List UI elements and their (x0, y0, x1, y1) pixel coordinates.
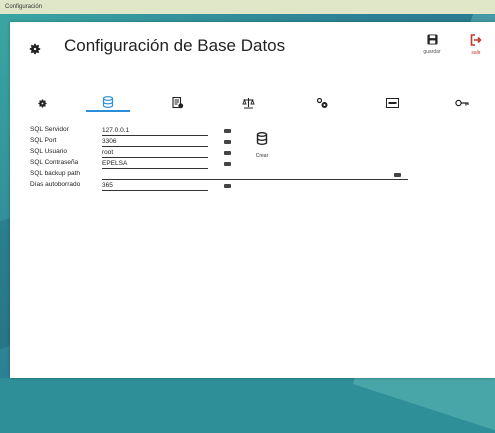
create-db-button[interactable]: Crear (250, 132, 274, 159)
tab-scale[interactable] (226, 94, 270, 112)
tab-general[interactable] (20, 94, 64, 112)
save-button[interactable]: guardar (412, 34, 452, 55)
password-input[interactable]: EPELSA (102, 159, 208, 169)
scale-icon (241, 98, 255, 109)
backup-path-input[interactable] (102, 170, 408, 180)
page-title: Configuración de Base Datos (64, 36, 286, 55)
keyboard-icon[interactable] (224, 140, 231, 144)
tab-key[interactable] (440, 94, 484, 112)
days-input[interactable]: 365 (102, 181, 208, 191)
save-icon (426, 34, 438, 45)
config-window: Configuración de Base Datos guardar sali… (10, 22, 495, 378)
password-label: SQL Contraseña (30, 159, 79, 166)
user-input[interactable]: root (102, 148, 208, 158)
gear-icon (37, 98, 47, 108)
database-icon (256, 132, 268, 146)
tab-document[interactable] (156, 94, 200, 112)
document-settings-icon (172, 97, 184, 109)
server-input[interactable]: 127.0.0.1 (102, 126, 208, 136)
server-label: SQL Servidor (30, 126, 69, 133)
gears-icon (316, 97, 327, 108)
keyboard-icon[interactable] (224, 129, 231, 133)
window-titlebar: Configuración (0, 0, 495, 14)
keyboard-icon[interactable] (394, 173, 401, 177)
exit-label: salir (471, 50, 481, 56)
create-label: Crear (255, 153, 269, 159)
gear-icon (29, 43, 41, 55)
window-title: Configuración (5, 4, 43, 10)
exit-button[interactable]: salir (456, 34, 495, 56)
days-label: Días autoborrado (30, 181, 81, 188)
tab-gears[interactable] (300, 94, 344, 112)
tab-bar (10, 94, 495, 112)
keyboard-icon[interactable] (224, 151, 231, 155)
json-icon (385, 98, 399, 108)
tab-json[interactable] (370, 94, 414, 112)
tab-database[interactable] (86, 94, 130, 112)
user-label: SQL Usuario (30, 148, 67, 155)
keyboard-icon[interactable] (224, 184, 231, 188)
save-label: guardar (423, 49, 441, 55)
port-label: SQL Port (30, 137, 57, 144)
port-input[interactable]: 3306 (102, 137, 208, 147)
exit-icon (470, 34, 482, 46)
database-icon (102, 96, 114, 108)
backup-path-label: SQL backup path (30, 170, 80, 177)
key-icon (455, 99, 469, 107)
keyboard-icon[interactable] (224, 162, 231, 166)
